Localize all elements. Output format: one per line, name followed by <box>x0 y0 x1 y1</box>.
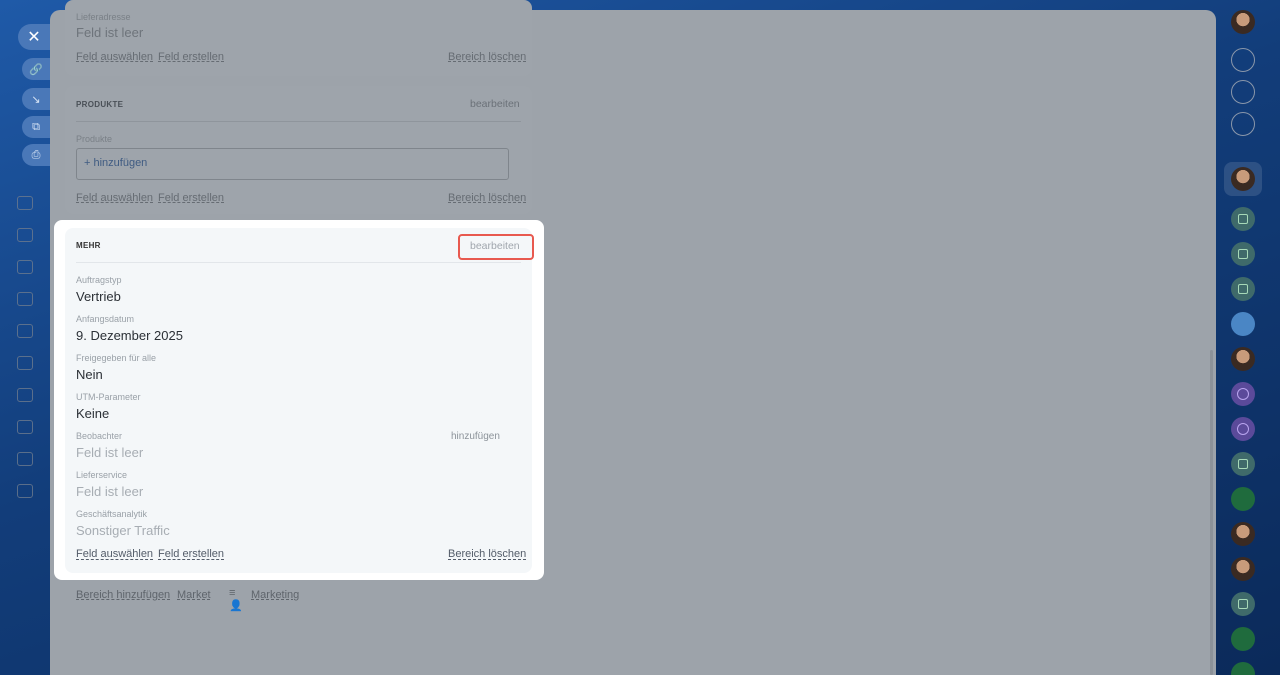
contact-initials-avatar[interactable] <box>1231 662 1255 675</box>
edit-link[interactable]: bearbeiten <box>470 240 520 252</box>
external-link-icon: ⧉ <box>32 120 40 133</box>
select-field-link[interactable]: Feld auswählen <box>76 192 153 204</box>
task-icon[interactable] <box>1231 242 1255 266</box>
bell-icon[interactable] <box>1231 48 1255 72</box>
add-section-link[interactable]: Bereich hinzufügen <box>76 589 170 601</box>
nav-icon[interactable] <box>17 260 33 274</box>
nav-icon[interactable] <box>17 292 33 306</box>
open-new-window-button[interactable]: ⧉ <box>22 116 50 138</box>
marketing-icon: ≡👤 <box>229 587 243 612</box>
nav-icon[interactable] <box>17 388 33 402</box>
create-field-link[interactable]: Feld erstellen <box>158 51 224 63</box>
field-label: Anfangsdatum <box>76 314 135 324</box>
nav-icon[interactable] <box>17 196 33 210</box>
field-value[interactable]: Nein <box>76 367 103 382</box>
field-label: Geschäftsanalytik <box>76 509 148 519</box>
nav-icon[interactable] <box>17 452 33 466</box>
delete-section-link[interactable]: Bereich löschen <box>448 51 526 63</box>
copy-link-button[interactable]: 🔗 <box>22 58 50 80</box>
field-value[interactable]: Sonstiger Traffic <box>76 523 170 538</box>
field-label: Auftragstyp <box>76 275 122 285</box>
task-icon[interactable] <box>1231 207 1255 231</box>
print-button[interactable]: ⎙ <box>22 144 50 166</box>
divider <box>76 262 521 263</box>
add-product-link[interactable]: + hinzufügen <box>84 157 147 169</box>
link-icon: 🔗 <box>29 63 43 76</box>
card-title: MEHR <box>76 241 101 250</box>
field-value[interactable]: Vertrieb <box>76 289 121 304</box>
contact-initials-avatar[interactable] <box>1231 487 1255 511</box>
scrollbar[interactable] <box>1210 350 1213 675</box>
task-icon[interactable] <box>1231 452 1255 476</box>
field-value[interactable]: 9. Dezember 2025 <box>76 328 183 343</box>
select-field-link[interactable]: Feld auswählen <box>76 51 153 63</box>
contact-avatar[interactable] <box>1231 522 1255 546</box>
marketing-link[interactable]: Marketing <box>251 589 299 601</box>
market-link[interactable]: Market <box>177 589 211 601</box>
field-value[interactable]: Keine <box>76 406 109 421</box>
add-observer-link[interactable]: hinzufügen <box>451 431 500 442</box>
spiral-chat-icon[interactable] <box>1231 382 1255 406</box>
task-icon[interactable] <box>1231 277 1255 301</box>
nav-icon[interactable] <box>17 356 33 370</box>
select-field-link[interactable]: Feld auswählen <box>76 548 153 560</box>
divider <box>76 121 521 122</box>
contact-avatar[interactable] <box>1231 167 1255 191</box>
chat-icon[interactable] <box>1231 312 1255 336</box>
search-chat-icon[interactable] <box>1231 112 1255 136</box>
user-avatar[interactable] <box>1231 10 1255 34</box>
nav-icon[interactable] <box>17 324 33 338</box>
field-label: Beobachter <box>76 431 123 441</box>
right-rail <box>1222 0 1280 675</box>
field-label: Produkte <box>76 134 113 144</box>
contact-avatar[interactable] <box>1231 557 1255 581</box>
task-icon[interactable] <box>1231 592 1255 616</box>
contact-avatar[interactable] <box>1231 347 1255 371</box>
delete-section-link[interactable]: Bereich löschen <box>448 548 526 560</box>
nav-icon[interactable] <box>17 484 33 498</box>
field-label: Freigegeben für alle <box>76 353 157 363</box>
delete-section-link[interactable]: Bereich löschen <box>448 192 526 204</box>
nav-icon[interactable] <box>17 228 33 242</box>
spiral-icon[interactable] <box>1231 80 1255 104</box>
field-label: Lieferadresse <box>76 12 131 22</box>
close-icon: ✕ <box>27 29 41 46</box>
arrow-down-icon: ↘ <box>31 93 41 106</box>
card-title: PRODUKTE <box>76 100 124 109</box>
spiral-chat-icon[interactable] <box>1231 417 1255 441</box>
create-field-link[interactable]: Feld erstellen <box>158 548 224 560</box>
field-value[interactable]: Feld ist leer <box>76 445 143 460</box>
field-label: Lieferservice <box>76 470 128 480</box>
contact-initials-avatar[interactable] <box>1231 627 1255 651</box>
field-value[interactable]: Feld ist leer <box>76 484 143 499</box>
printer-icon: ⎙ <box>31 148 41 161</box>
edit-link[interactable]: bearbeiten <box>470 98 520 110</box>
minimize-button[interactable]: ↘ <box>22 88 50 110</box>
create-field-link[interactable]: Feld erstellen <box>158 192 224 204</box>
field-label: UTM-Parameter <box>76 392 141 402</box>
nav-icon[interactable] <box>17 420 33 434</box>
close-slider-button[interactable]: ✕ <box>18 24 50 50</box>
field-value: Feld ist leer <box>76 25 144 40</box>
